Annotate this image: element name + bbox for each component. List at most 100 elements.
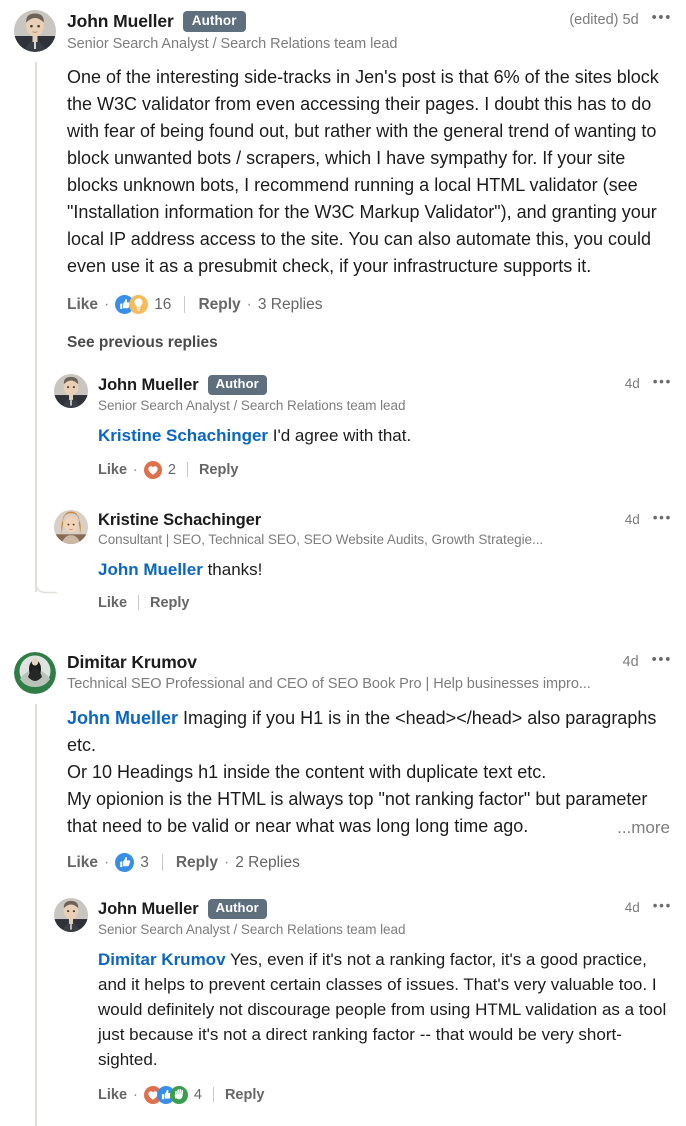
reaction-count: 4 [193,1086,202,1103]
separator-dot: · [133,461,138,478]
author-name[interactable]: Dimitar Krumov [67,652,197,672]
reactions-summary[interactable]: 16 [115,295,171,314]
reply-button[interactable]: Reply [198,296,240,314]
replies-count[interactable]: 2 Replies [235,854,300,872]
author-name[interactable]: John Mueller [67,11,174,31]
comment-dimitar-krumov: Dimitar Krumov Technical SEO Professiona… [14,652,672,872]
name-row: Kristine Schachinger [98,511,672,529]
comment-meta: (edited) 5d ••• [569,11,672,28]
name-row: John Mueller Author [98,899,672,919]
comment-header: John Mueller Author Senior Search Analys… [54,374,672,413]
author-name[interactable]: Kristine Schachinger [98,511,261,529]
timestamp: (edited) 5d [569,12,639,28]
author-headline: Senior Search Analyst / Search Relations… [98,921,406,937]
comment-body: John Mueller thanks! [98,558,658,583]
reply-john-mueller-1: John Mueller Author Senior Search Analys… [54,374,672,479]
action-divider [212,1087,214,1103]
love-icon [143,460,162,479]
reply-button[interactable]: Reply [225,1087,265,1103]
comment-actions: Like · [98,1085,672,1104]
comment-header: Dimitar Krumov Technical SEO Professiona… [14,652,672,694]
reactions-summary[interactable]: 2 [143,460,176,479]
comment-john-mueller-main: John Mueller Author Senior Search Analys… [14,10,672,314]
comment-header: Kristine Schachinger Consultant | SEO, T… [54,510,672,547]
author-headline: Senior Search Analyst / Search Relations… [98,397,406,413]
comment-thread: John Mueller Author Senior Search Analys… [0,0,686,1126]
support-icon [169,1085,188,1104]
avatar[interactable] [54,374,88,408]
more-options-icon[interactable]: ••• [653,375,672,389]
comment-actions: Like · 2 Reply [98,460,672,479]
reply-button[interactable]: Reply [150,595,190,611]
more-options-icon[interactable]: ••• [653,899,672,913]
more-options-icon[interactable]: ••• [653,511,672,525]
comment-body: Kristine Schachinger I'd agree with that… [98,424,658,449]
like-button[interactable]: Like [67,296,98,314]
mention-link[interactable]: Kristine Schachinger [98,426,268,445]
header-text: John Mueller Author Senior Search Analys… [98,374,672,413]
comment-actions: Like · [67,295,672,314]
mention-link[interactable]: John Mueller [98,560,203,579]
reactions-summary[interactable]: 4 [143,1085,202,1104]
name-row: John Mueller Author [98,375,672,395]
separator-dot: · [224,853,230,871]
action-divider [186,462,188,478]
reaction-count: 16 [154,295,172,313]
reaction-icon-group [143,460,162,479]
comment-header: John Mueller Author Senior Search Analys… [14,10,672,52]
reply-john-mueller-2: John Mueller Author Senior Search Analys… [54,898,672,1104]
mention-link[interactable]: John Mueller [67,708,178,728]
reaction-count: 2 [167,461,176,478]
comment-body: One of the interesting side-tracks in Je… [67,67,664,276]
reaction-icon-group [143,1085,188,1104]
header-text: Kristine Schachinger Consultant | SEO, T… [98,510,672,547]
replies-count[interactable]: 3 Replies [258,296,323,314]
separator-dot: · [246,295,252,313]
header-text: John Mueller Author Senior Search Analys… [98,898,672,937]
like-button[interactable]: Like [98,595,127,611]
insight-icon [129,295,149,314]
comment-meta: 4d ••• [624,375,672,391]
author-name[interactable]: John Mueller [98,900,199,918]
author-name[interactable]: John Mueller [98,376,199,394]
reply-button[interactable]: Reply [199,462,239,478]
comment-actions: Like · 3 Reply · 2 Replies [67,853,672,872]
like-icon [115,853,135,872]
avatar[interactable] [14,652,56,694]
action-divider [184,296,186,313]
author-headline: Technical SEO Professional and CEO of SE… [67,676,591,693]
author-badge: Author [207,375,267,395]
comment-header: John Mueller Author Senior Search Analys… [54,898,672,937]
like-button[interactable]: Like [98,462,127,478]
action-divider [161,854,163,871]
timestamp: 4d [624,376,640,391]
author-badge: Author [182,11,246,32]
comment-body-text: thanks! [202,560,263,580]
author-badge: Author [207,899,267,919]
author-headline: Consultant | SEO, Technical SEO, SEO Web… [98,532,544,548]
reply-button[interactable]: Reply [176,854,218,872]
avatar[interactable] [54,510,88,544]
see-previous-replies-button[interactable]: See previous replies [67,334,218,352]
comment-meta: 4d ••• [624,511,672,527]
comment-actions: Like Reply [98,595,672,611]
reaction-icon-group [115,295,149,314]
like-button[interactable]: Like [98,1087,127,1103]
timestamp: 4d [624,900,640,915]
author-headline: Senior Search Analyst / Search Relations… [67,35,398,52]
more-options-icon[interactable]: ••• [652,11,672,26]
avatar[interactable] [54,898,88,932]
reactions-summary[interactable]: 3 [115,853,149,872]
separator-dot: · [104,295,110,313]
comment-meta: 4d ••• [623,653,672,670]
more-options-icon[interactable]: ••• [652,653,672,668]
timestamp: 4d [624,512,640,527]
comment-body: Dimitar Krumov Yes, even if it's not a r… [98,948,674,1073]
avatar[interactable] [14,10,56,52]
mention-link[interactable]: Dimitar Krumov [98,950,226,969]
separator-dot: · [133,1086,138,1103]
reaction-count: 3 [140,853,149,871]
see-more-button[interactable]: ...more [609,814,670,840]
like-button[interactable]: Like [67,854,98,872]
action-divider [138,595,140,611]
